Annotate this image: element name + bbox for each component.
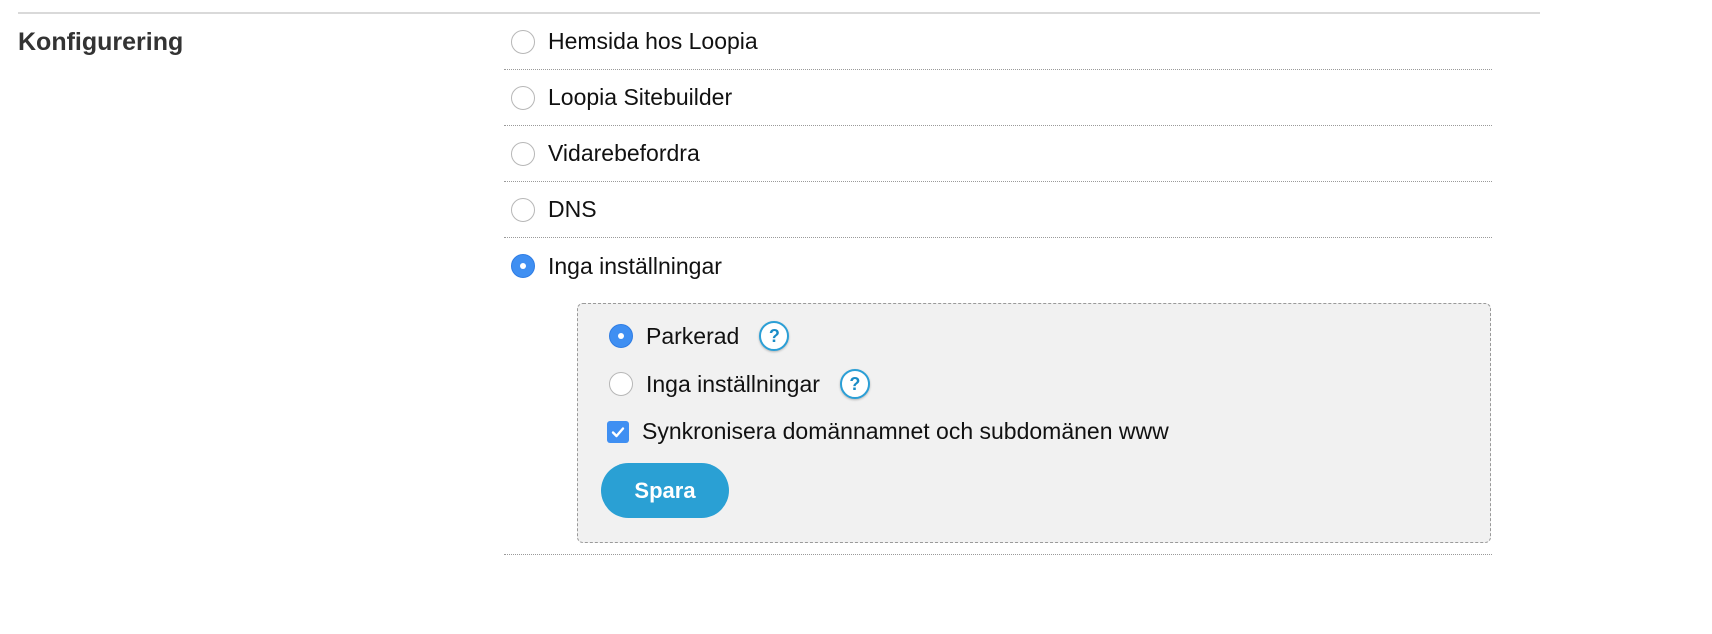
help-icon[interactable]: ? (759, 321, 790, 351)
settings-subpanel: Parkerad ? Inga inställningar ? Synkroni… (577, 303, 1491, 543)
checkmark-icon (611, 426, 625, 437)
option-label: Vidarebefordra (548, 140, 700, 166)
option-label: Inga inställningar (548, 252, 722, 279)
option-vidarebefordra[interactable]: Vidarebefordra (504, 126, 1492, 182)
radio-button[interactable] (511, 85, 535, 110)
option-label: Hemsida hos Loopia (548, 28, 758, 54)
section-title: Konfigurering (18, 28, 184, 56)
bottom-divider (504, 554, 1492, 555)
radio-button[interactable] (511, 197, 535, 222)
sub-option-label: Parkerad (646, 322, 740, 349)
help-icon[interactable]: ? (839, 369, 870, 399)
sync-label: Synkronisera domännamnet och subdomänen … (642, 418, 1169, 444)
option-hemsida[interactable]: Hemsida hos Loopia (504, 14, 1492, 70)
option-inga-installningar[interactable]: Inga inställningar (504, 238, 1492, 294)
radio-button[interactable] (511, 141, 535, 166)
option-label: Loopia Sitebuilder (548, 84, 733, 110)
radio-button-selected[interactable] (609, 324, 633, 348)
radio-button-selected[interactable] (511, 254, 535, 278)
radio-button[interactable] (511, 29, 535, 54)
option-sitebuilder[interactable]: Loopia Sitebuilder (504, 70, 1492, 126)
sync-checkbox-row[interactable]: Synkronisera domännamnet och subdomänen … (607, 418, 1169, 445)
option-dns[interactable]: DNS (504, 182, 1492, 238)
sub-option-label: Inga inställningar (646, 370, 820, 397)
radio-button[interactable] (609, 372, 633, 396)
save-button[interactable]: Spara (601, 463, 729, 518)
checkbox-checked[interactable] (607, 420, 629, 443)
configuration-options: Hemsida hos Loopia Loopia Sitebuilder Vi… (504, 14, 1492, 294)
option-label: DNS (548, 196, 597, 222)
sub-option-parkerad[interactable]: Parkerad ? (609, 321, 790, 351)
sub-option-inga-installningar[interactable]: Inga inställningar ? (609, 369, 870, 399)
